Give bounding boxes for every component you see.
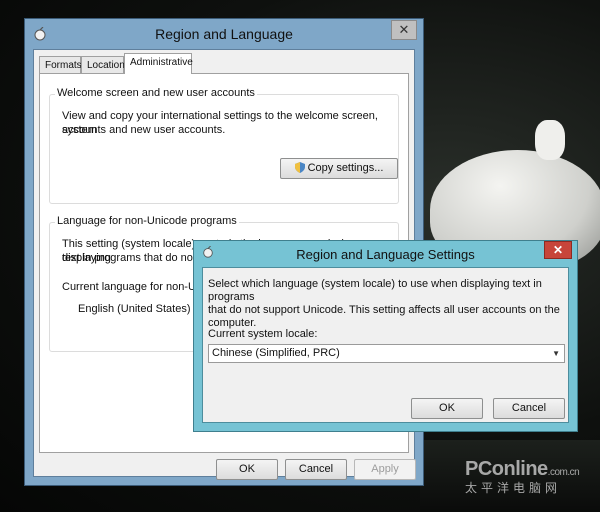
region-language-settings-dialog: Region and Language Settings ✕ Select wh…	[193, 240, 578, 432]
copy-settings-label: Copy settings...	[307, 162, 384, 174]
main-apply-button[interactable]: Apply	[354, 459, 416, 480]
dialog-description-line2: that do not support Unicode. This settin…	[208, 304, 560, 316]
current-language-value: English (United States)	[78, 303, 191, 315]
watermark-suffix: .com.cn	[547, 467, 580, 478]
system-locale-label: Current system locale:	[208, 328, 318, 340]
watermark-chinese: 太平洋电脑网	[465, 481, 562, 495]
dialog-client-area: Select which language (system locale) to…	[202, 267, 569, 423]
current-language-label: Current language for non-Unic	[62, 281, 210, 293]
dialog-close-button[interactable]: ✕	[544, 241, 572, 259]
main-close-button[interactable]: ✕	[391, 20, 417, 40]
main-cancel-button[interactable]: Cancel	[285, 459, 347, 480]
tab-administrative[interactable]: Administrative	[124, 53, 193, 74]
main-ok-button[interactable]: OK	[216, 459, 278, 480]
welcome-group-line2: accounts and new user accounts.	[62, 124, 226, 136]
dialog-description: Select which language (system locale) to…	[208, 278, 568, 330]
watermark-logo: PConline.com.cn 太平洋电脑网	[465, 458, 580, 496]
close-icon: ✕	[552, 243, 564, 257]
dialog-ok-button[interactable]: OK	[411, 398, 483, 419]
watermark-brand: PConline	[465, 458, 548, 480]
shield-icon	[294, 162, 305, 173]
dropdown-arrow-icon: ▼	[552, 349, 560, 358]
close-icon: ✕	[398, 22, 410, 37]
main-titlebar[interactable]: Region and Language ✕	[25, 19, 423, 49]
dialog-title: Region and Language Settings	[296, 247, 475, 262]
non-unicode-line2: text in programs that do not su	[62, 252, 211, 264]
tab-location[interactable]: Location	[81, 56, 125, 73]
system-locale-dropdown[interactable]: Chinese (Simplified, PRC) ▼	[208, 344, 565, 363]
system-locale-value: Chinese (Simplified, PRC)	[212, 347, 340, 359]
tab-formats[interactable]: Formats	[39, 56, 82, 73]
welcome-group-title: Welcome screen and new user accounts	[55, 87, 257, 99]
copy-settings-button[interactable]: Copy settings...	[280, 158, 398, 179]
main-window-title: Region and Language	[155, 26, 293, 42]
dialog-cancel-button[interactable]: Cancel	[493, 398, 565, 419]
welcome-screen-group: Welcome screen and new user accounts Vie…	[49, 87, 399, 204]
non-unicode-group-title: Language for non-Unicode programs	[55, 215, 239, 227]
swan-image-head	[535, 120, 565, 160]
dialog-description-line1: Select which language (system locale) to…	[208, 278, 542, 303]
